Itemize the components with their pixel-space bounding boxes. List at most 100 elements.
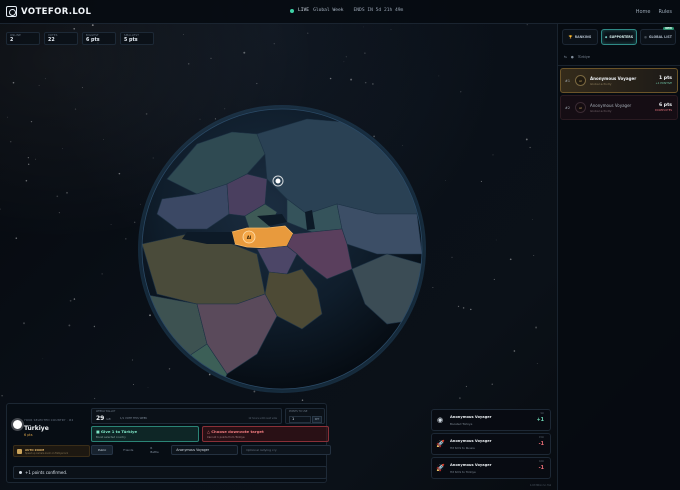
divider xyxy=(558,65,680,66)
points-input[interactable]: 1 xyxy=(289,416,311,423)
avatar: AI xyxy=(575,102,586,113)
star xyxy=(1,395,3,397)
feed-delta: +1 xyxy=(536,418,544,423)
star xyxy=(350,78,353,81)
feed-item[interactable]: 🚀 Anonymous Voyager Hit 6mS to Russia 15… xyxy=(431,433,551,455)
star xyxy=(110,223,112,226)
message-input[interactable]: Optional rallying cry xyxy=(241,445,331,455)
star xyxy=(7,116,8,118)
flag-icon: ● xyxy=(570,55,574,59)
stat-value: 2 xyxy=(10,38,14,43)
star xyxy=(460,91,462,93)
star xyxy=(480,180,482,182)
new-badge: NEW xyxy=(663,27,674,30)
nav-home-link[interactable]: Home xyxy=(636,9,651,15)
star xyxy=(345,56,347,58)
globe-map[interactable]: AI xyxy=(137,104,427,394)
globe-dot-icon: ◉ xyxy=(436,416,444,424)
star xyxy=(93,325,96,328)
star xyxy=(74,108,77,110)
star xyxy=(529,146,531,149)
star xyxy=(525,138,528,141)
entry-points: 6 pts xyxy=(658,103,672,108)
give-vote-button[interactable]: ■ Give 1 to Türkiye Boost selected count… xyxy=(91,426,199,442)
ballot-next-vote: 12 hours until next vote xyxy=(248,417,277,420)
autozoom-subtitle: Speed up camera zoom on Türkiye lock xyxy=(25,452,68,455)
tab-global-list[interactable]: ◎ GLOBAL LIST NEW xyxy=(640,27,676,45)
star xyxy=(38,85,40,86)
star xyxy=(133,384,134,385)
star xyxy=(509,258,512,261)
give-subtitle: Boost selected country xyxy=(96,436,126,439)
country-turkiye[interactable] xyxy=(231,225,294,249)
confirmation-text: +1 points confirmed. xyxy=(25,470,68,475)
star xyxy=(329,77,332,80)
live-status: LIVE Global Week ENDS IN 5d 21h 49m xyxy=(290,8,403,13)
ballot-number: 29 xyxy=(96,415,105,422)
main-nav: Home Rules xyxy=(636,9,672,15)
star xyxy=(451,256,453,259)
star xyxy=(183,34,184,35)
activity-feed: ◉ Anonymous Voyager Boosted Türkiye 9m +… xyxy=(431,409,551,481)
star xyxy=(273,43,275,45)
marker-label: AI xyxy=(247,235,252,240)
give-title: Give 1 to Türkiye xyxy=(100,429,138,434)
star xyxy=(307,32,309,34)
users-icon: ◆ xyxy=(604,35,608,39)
star xyxy=(91,24,94,26)
star xyxy=(535,326,538,329)
tab-public[interactable]: Public xyxy=(91,445,114,455)
trophy-icon: 🏆 xyxy=(568,35,573,39)
auto-zoom-toggle[interactable]: AUTO ZOOM Speed up camera zoom on Türkiy… xyxy=(13,445,90,457)
star xyxy=(73,27,76,30)
star xyxy=(15,237,18,239)
feed-subtitle: Hit 6mS to Türkiye xyxy=(450,470,476,474)
star xyxy=(513,350,516,352)
star xyxy=(58,212,60,214)
star xyxy=(465,385,467,388)
tab-label: RANKING xyxy=(574,35,592,39)
stat-value: 22 xyxy=(48,38,55,43)
entry-sub: Global activity xyxy=(590,108,612,113)
star xyxy=(432,286,434,288)
ballot-status: 1/1 VOTE THIS WEEK xyxy=(120,417,148,420)
entry-rank: #2 xyxy=(565,105,570,110)
feed-item[interactable]: 🚀 Anonymous Voyager Hit 6mS to Türkiye 1… xyxy=(431,457,551,479)
star xyxy=(362,26,364,28)
star xyxy=(103,139,104,140)
supporter-entry[interactable]: #2 AI Anonymous Voyager Global activity … xyxy=(560,95,678,120)
entry-rank: #1 xyxy=(565,78,570,83)
tab-supporters[interactable]: ◆ SUPPORTERS xyxy=(601,29,637,45)
tab-friends[interactable]: Friends xyxy=(116,445,140,455)
feed-delta: -1 xyxy=(538,466,544,471)
tab-ranking[interactable]: 🏆 RANKING xyxy=(562,29,598,45)
rocket-icon: 🚀 xyxy=(436,440,445,448)
star xyxy=(93,397,96,400)
sender-name-field[interactable]: Anonymous Voyager xyxy=(171,445,239,455)
weekly-ballot: WEEKLY BALLOT 29 left 1/1 VOTE THIS WEEK… xyxy=(91,408,282,424)
set-points-button[interactable]: SET xyxy=(312,416,322,423)
feed-item[interactable]: ◉ Anonymous Voyager Boosted Türkiye 9m +… xyxy=(431,409,551,431)
nav-rules-link[interactable]: Rules xyxy=(659,9,673,15)
country-filter[interactable]: ⇆ ● Türkiye xyxy=(558,55,680,59)
star xyxy=(493,278,495,280)
feed-name: Anonymous Voyager xyxy=(450,463,492,467)
feed-delta: -1 xyxy=(538,442,544,447)
star xyxy=(526,24,528,26)
star xyxy=(457,305,460,308)
selected-country-marker[interactable]: AI xyxy=(242,230,256,244)
star xyxy=(9,140,12,143)
supporter-entry[interactable]: #1 AI Anonymous Voyager Global activity … xyxy=(560,68,678,93)
star xyxy=(12,81,15,84)
star xyxy=(470,308,472,311)
stat-value: 6 pts xyxy=(86,38,100,43)
tab-battle[interactable]: R Battle xyxy=(143,445,168,455)
feed-subtitle: Boosted Türkiye xyxy=(450,422,473,426)
downvote-target-button[interactable]: △ Choose downvote target Cannot 1 points… xyxy=(202,426,329,442)
feed-subtitle: Hit 6mS to Russia xyxy=(450,446,475,450)
star xyxy=(131,359,134,361)
star xyxy=(491,383,493,385)
logo[interactable]: VOTEFOR.LOL xyxy=(6,6,91,17)
entry-tag: DOWNVOTES xyxy=(654,109,672,112)
filter-icon: ⇆ xyxy=(564,55,567,59)
